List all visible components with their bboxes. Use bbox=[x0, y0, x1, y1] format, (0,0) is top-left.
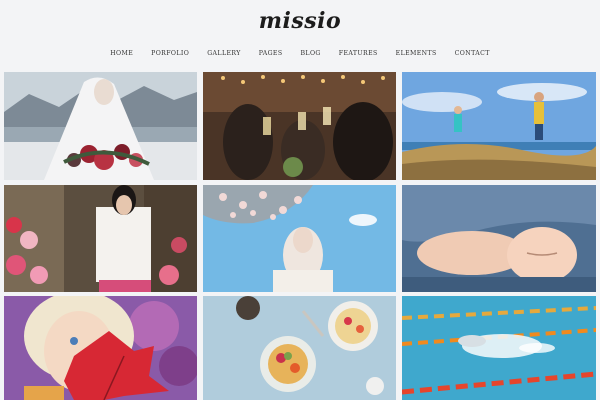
gallery-photo-swimmer[interactable] bbox=[402, 296, 596, 400]
sleeping-baby-image bbox=[402, 185, 596, 292]
child-leaf-image bbox=[4, 296, 197, 400]
children-hill-image bbox=[402, 72, 596, 180]
gallery-photo-party[interactable] bbox=[203, 72, 396, 180]
gallery-photo-flower-shop[interactable] bbox=[4, 185, 197, 292]
breakfast-bowls-image bbox=[203, 296, 396, 400]
gallery-grid bbox=[0, 0, 600, 400]
party-toast-image bbox=[203, 72, 396, 180]
swimmer-pool-image bbox=[402, 296, 596, 400]
blossom-woman-image bbox=[203, 185, 396, 292]
gallery-photo-breakfast[interactable] bbox=[203, 296, 396, 400]
gallery-photo-children-hill[interactable] bbox=[402, 72, 596, 180]
gallery-photo-leaf-child[interactable] bbox=[4, 296, 197, 400]
bride-bouquet-image bbox=[4, 72, 197, 180]
gallery-photo-bride[interactable] bbox=[4, 72, 197, 180]
gallery-photo-baby[interactable] bbox=[402, 185, 596, 292]
flower-shop-image bbox=[4, 185, 197, 292]
gallery-photo-blossom-woman[interactable] bbox=[203, 185, 396, 292]
